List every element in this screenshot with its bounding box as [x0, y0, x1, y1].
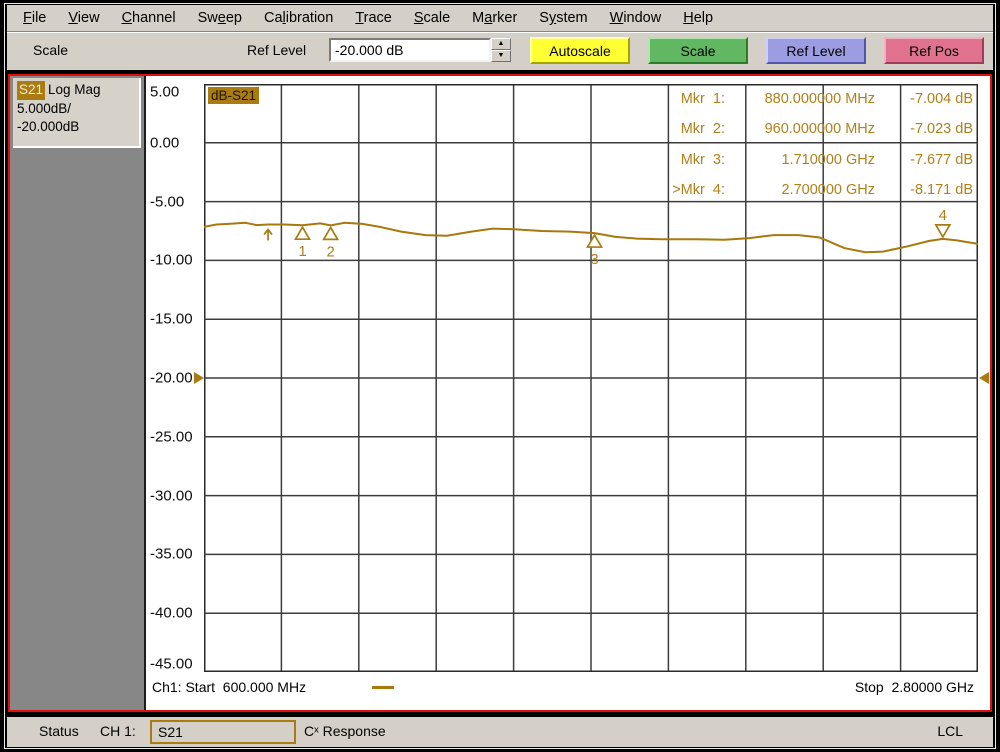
marker-3-symbol[interactable]	[586, 233, 603, 248]
menu-item-file[interactable]: File	[12, 10, 57, 26]
measurement-box[interactable]: S21	[150, 720, 296, 744]
menu-item-system[interactable]: System	[528, 10, 598, 26]
marker-readout-row: Mkr 3: 1.710000 GHz -7.677 dB	[575, 150, 973, 170]
trace-sidebar: S21 Log Mag 5.000dB/ -20.000dB	[10, 76, 146, 710]
autoscale-button[interactable]: Autoscale	[530, 37, 630, 64]
channel-label: CH 1:	[100, 723, 136, 739]
menu-item-calibration[interactable]: Calibration	[253, 10, 344, 26]
marker-readout-label: Mkr 2:	[680, 121, 725, 137]
ref-level-spinner: ▲ ▼	[491, 38, 511, 62]
channel-display-frame: S21 Log Mag 5.000dB/ -20.000dB 5.00 0.00 -5…	[8, 74, 992, 712]
y-axis-label: -5.00	[150, 193, 185, 211]
menu-item-trace[interactable]: Trace	[344, 10, 403, 26]
menu-item-sweep[interactable]: Sweep	[187, 10, 253, 26]
marker-readout-label: >Mkr 4:	[672, 182, 725, 198]
marker-readout-row: Mkr 2: 960.000000 MHz -7.023 dB	[575, 119, 973, 139]
marker-readout-label: Mkr 1:	[680, 91, 725, 107]
menu-item-scale[interactable]: Scale	[403, 10, 461, 26]
marker-4-number: 4	[939, 207, 947, 224]
marker-readout-frequency: 1.710000 GHz	[781, 152, 875, 168]
menu-item-window[interactable]: Window	[599, 10, 673, 26]
spinner-down-button[interactable]: ▼	[491, 50, 511, 62]
y-axis-label: -40.00	[150, 604, 193, 622]
trace-name-chip: S21	[17, 81, 46, 100]
marker-readout-frequency: 960.000000 MHz	[764, 121, 875, 137]
menu-item-view[interactable]: View	[57, 10, 110, 26]
scale-toolbar: Scale Ref Level ▲ ▼ Autoscale Scale Ref Le…	[7, 32, 993, 70]
trace-format-label: Log Mag	[48, 82, 101, 97]
marker-readout-label: Mkr 3:	[680, 152, 725, 168]
y-axis-label: 5.00	[150, 83, 180, 101]
y-axis-label: -15.00	[150, 310, 193, 328]
menu-bar: File View Channel Sweep Calibration Trace Scal…	[7, 5, 993, 32]
y-axis-label: -45.00	[150, 655, 193, 673]
trace-measurement-tag: dB-S21	[208, 87, 260, 104]
menu-item-help[interactable]: Help	[672, 10, 724, 26]
window-chrome: File View Channel Sweep Calibration Trace Scal…	[7, 5, 993, 70]
ref-level-input[interactable]	[329, 38, 491, 62]
y-axis-label: -10.00	[150, 251, 193, 269]
trace-ref-label: -20.000dB	[17, 119, 80, 135]
marker-1-symbol[interactable]	[294, 225, 311, 241]
status-label: Status	[39, 723, 79, 739]
marker-readout-value: -7.677 dB	[910, 152, 973, 168]
trace-annotation-arrow-icon	[263, 228, 273, 241]
spinner-up-button[interactable]: ▲	[491, 38, 511, 50]
marker-readout-frequency: 880.000000 MHz	[764, 91, 875, 107]
local-mode-label: LCL	[937, 723, 963, 739]
toolbar-title: Scale	[33, 42, 69, 58]
ref-level-label: Ref Level	[247, 42, 307, 58]
marker-readout-row: >Mkr 4: 2.700000 GHz -8.171 dB	[575, 180, 973, 200]
y-axis-label: 0.00	[150, 134, 180, 152]
marker-readout-value: -8.171 dB	[910, 182, 973, 198]
y-axis-label: -20.00	[150, 369, 193, 387]
sweep-start-label: Ch1: Start 600.000 MHz	[152, 679, 307, 695]
marker-readout-value: -7.004 dB	[910, 91, 973, 107]
marker-readout-value: -7.023 dB	[910, 121, 973, 137]
marker-2-symbol[interactable]	[322, 225, 340, 241]
ref-level-arrow-right	[979, 372, 989, 384]
marker-readout-frequency: 2.700000 GHz	[781, 182, 875, 198]
trace-scale-label: 5.000dB/	[17, 100, 72, 116]
marker-1-number: 1	[298, 243, 306, 260]
y-axis-label: -25.00	[150, 428, 193, 446]
marker-4-symbol[interactable]	[934, 224, 952, 239]
ref-pos-button[interactable]: Ref Pos	[884, 37, 984, 64]
measurement-plot: 1 2 3 4	[204, 84, 978, 672]
graticule-area: 1 2 3 4 dB-S21 Mkr 1: 880.000000 MHz -7.004 d…	[204, 84, 978, 672]
scale-button[interactable]: Scale	[648, 37, 748, 64]
marker-2-number: 2	[326, 243, 334, 260]
marker-3-number: 3	[590, 251, 598, 268]
menu-item-marker[interactable]: Marker	[461, 10, 528, 26]
menu-item-channel[interactable]: Channel	[111, 10, 187, 26]
y-axis-label: -35.00	[150, 545, 193, 563]
marker-readout-row: Mkr 1: 880.000000 MHz -7.004 dB	[575, 89, 973, 109]
ref-level-arrow-left	[194, 372, 204, 384]
cal-status-label: Cˣ Response	[304, 723, 386, 739]
trace-color-swatch	[372, 686, 394, 689]
trace-info-box[interactable]: S21 Log Mag 5.000dB/ -20.000dB	[13, 78, 141, 148]
status-bar: Status CH 1: S21 Cˣ Response LCL	[7, 717, 993, 747]
sweep-stop-label: Stop 2.80000 GHz	[854, 679, 974, 695]
ref-level-button[interactable]: Ref Level	[766, 37, 866, 64]
analyzer-window: File View Channel Sweep Calibration Trace Scal…	[0, 0, 1000, 752]
y-axis-label: -30.00	[150, 487, 193, 505]
